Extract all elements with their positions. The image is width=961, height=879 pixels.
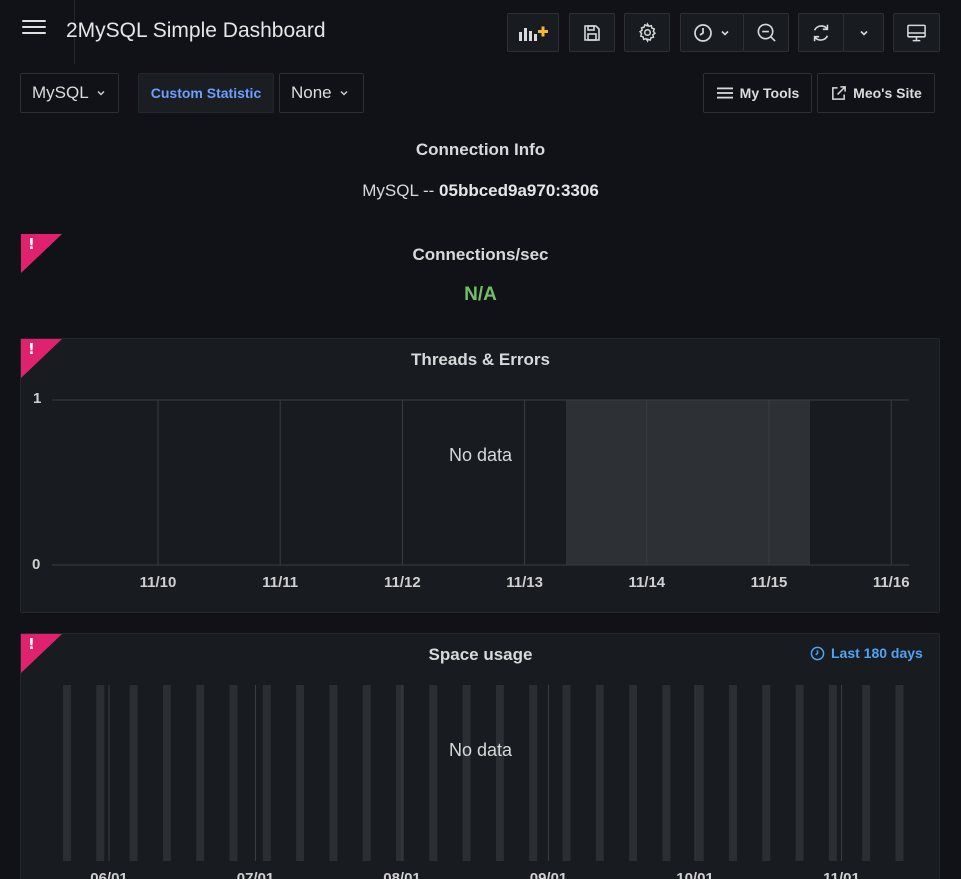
menu-icon[interactable] xyxy=(18,14,50,46)
chevron-down-icon xyxy=(340,90,348,96)
connection-prefix: MySQL -- xyxy=(362,181,440,200)
menu-lines-icon xyxy=(716,87,733,99)
y-tick-label: 0 xyxy=(32,556,41,573)
chart-band xyxy=(462,685,471,861)
chart-band xyxy=(828,685,837,861)
chevron-down-icon xyxy=(97,90,105,96)
time-range-override[interactable]: Last 180 days xyxy=(810,645,923,661)
x-tick-label: 10/01 xyxy=(676,870,714,879)
chart-band xyxy=(629,685,638,861)
x-tick-label: 09/01 xyxy=(529,870,568,879)
custom-statistic-value: None xyxy=(291,83,332,102)
chart-band xyxy=(262,685,271,861)
chart-band xyxy=(229,685,238,861)
tv-mode-icon xyxy=(907,24,926,41)
chart-band xyxy=(129,685,138,861)
x-tick-label: 07/01 xyxy=(236,870,275,879)
y-tick-label: 1 xyxy=(33,390,42,407)
datasource-value: MySQL xyxy=(32,83,89,102)
chart-band xyxy=(162,685,171,861)
settings-gear-icon xyxy=(638,22,656,43)
connections-title: Connections/sec xyxy=(412,245,549,264)
custom-statistic-select[interactable]: None xyxy=(279,73,364,113)
save-dashboard-button[interactable] xyxy=(569,13,615,52)
chart-band xyxy=(329,685,338,861)
chart-band xyxy=(562,685,571,861)
space-no-data: No data xyxy=(449,740,513,760)
x-tick-label: 11/11 xyxy=(262,574,299,591)
chart-band xyxy=(96,685,105,861)
x-tick-label: 11/01 xyxy=(823,870,860,879)
zoom-out-button[interactable] xyxy=(743,13,789,52)
chart-band xyxy=(529,685,538,861)
meos-site-label: Meo's Site xyxy=(853,85,922,101)
connection-host: 05bbced9a970:3306 xyxy=(439,181,599,200)
add-panel-button[interactable] xyxy=(507,13,559,52)
x-tick-label: 11/14 xyxy=(628,574,666,591)
time-range-label: Last 180 days xyxy=(831,645,923,661)
chart-band xyxy=(762,685,771,861)
chart-band xyxy=(695,685,704,861)
external-link-icon xyxy=(832,85,847,100)
x-tick-label: 06/01 xyxy=(90,870,128,879)
chart-band xyxy=(729,685,737,861)
chart-band xyxy=(196,685,205,861)
chart-band xyxy=(795,685,804,861)
tv-mode-button[interactable] xyxy=(893,13,940,52)
space-usage-panel: No data 06/01 07/01 08/01 09/01 10/01 11/01 xyxy=(20,633,940,879)
add-panel-icon xyxy=(519,26,548,41)
connection-info-value: MySQL -- 05bbced9a970:3306 xyxy=(0,181,961,201)
variable-label: Custom Statistic xyxy=(138,73,274,113)
time-region-highlight xyxy=(566,400,810,565)
chart-band xyxy=(296,685,305,861)
chart-band xyxy=(63,685,71,861)
meos-site-link[interactable]: Meo's Site xyxy=(817,73,935,113)
zoom-out-icon xyxy=(757,23,776,42)
chart-band xyxy=(595,685,604,861)
refresh-icon xyxy=(813,24,829,41)
datasource-select[interactable]: MySQL xyxy=(20,73,119,113)
refresh-interval-button[interactable] xyxy=(843,13,884,52)
connection-info-title: Connection Info xyxy=(415,140,546,159)
threads-errors-title: Threads & Errors xyxy=(411,350,550,369)
x-tick-label: 11/15 xyxy=(750,574,788,591)
chevron-down-icon xyxy=(721,30,729,36)
chart-band xyxy=(495,685,504,861)
my-tools-label: My Tools xyxy=(739,85,800,101)
settings-button[interactable] xyxy=(624,13,670,52)
chevron-down-icon xyxy=(859,30,868,36)
x-tick-label: 11/16 xyxy=(872,574,910,591)
chart-band xyxy=(662,685,671,861)
chart-band xyxy=(362,685,371,861)
my-tools-link[interactable]: My Tools xyxy=(703,73,812,113)
refresh-button[interactable] xyxy=(798,13,844,52)
connections-value: N/A xyxy=(464,284,497,305)
threads-errors-panel: No data 1 0 11/10 11/11 11/12 11/13 11/14 11/… xyxy=(20,338,940,613)
time-picker-button[interactable] xyxy=(680,13,744,52)
clock-icon xyxy=(694,23,712,42)
clock-icon xyxy=(810,646,825,660)
x-tick-label: 11/10 xyxy=(139,574,177,591)
x-tick-label: 08/01 xyxy=(383,870,421,879)
chart-band xyxy=(429,685,438,861)
chart-band xyxy=(396,685,404,861)
chart-band xyxy=(895,685,904,861)
chart-band xyxy=(862,685,871,861)
dashboard-title[interactable]: 2MySQL Simple Dashboard xyxy=(66,19,326,43)
threads-chart xyxy=(52,399,909,566)
save-icon xyxy=(584,24,600,41)
x-tick-label: 11/12 xyxy=(384,574,421,591)
threads-no-data: No data xyxy=(449,445,513,465)
x-tick-label: 11/13 xyxy=(506,574,543,591)
